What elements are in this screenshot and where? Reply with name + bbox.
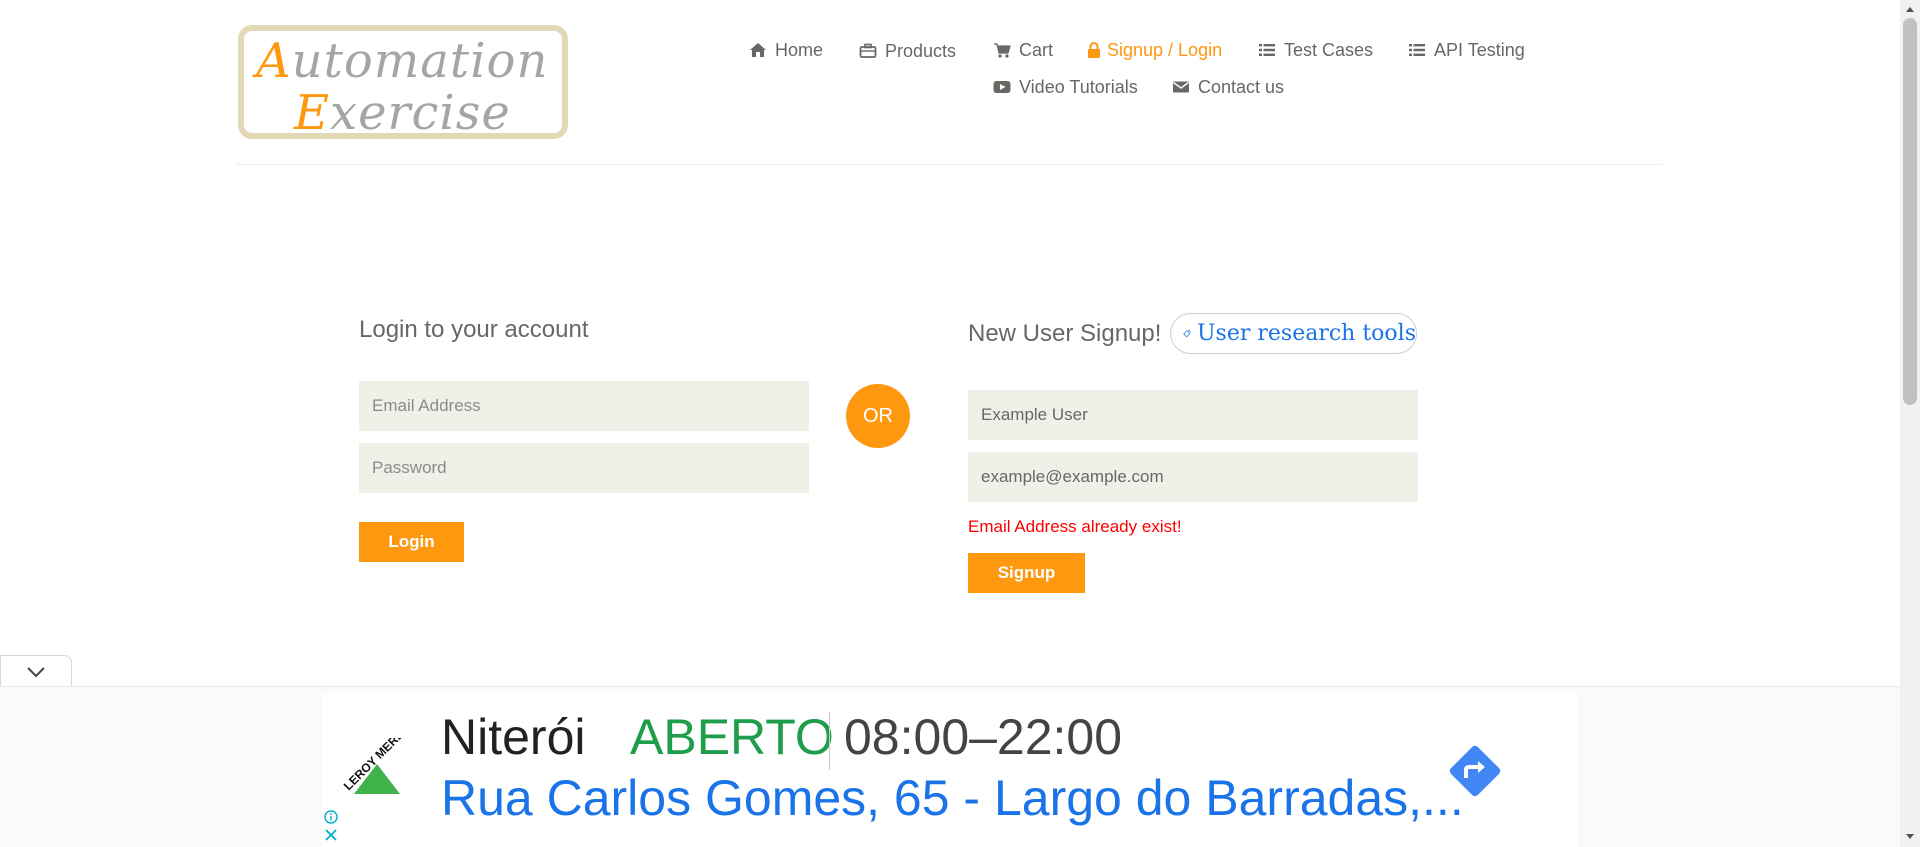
logo-text-line1: utomation [291,33,549,89]
signup-button[interactable]: Signup [968,553,1085,593]
leroy-merlin-logo[interactable]: LEROY MERLIN [336,738,418,798]
youtube-play-icon [993,81,1011,93]
nav-api-testing[interactable]: API Testing [1408,38,1525,62]
close-icon[interactable] [324,828,338,842]
nav-products-label: Products [885,40,957,61]
list-icon [1259,44,1275,56]
nav-products[interactable]: Products [859,39,956,63]
user-research-tools-label: User research tools [1197,321,1416,346]
site-header: Automation Exercise Home Products Cart S… [0,0,1900,166]
list-icon [1409,44,1425,56]
nav-test-cases-label: Test Cases [1284,39,1374,60]
nav-video-tutorials-label: Video Tutorials [1019,76,1138,97]
envelope-icon [1173,81,1189,93]
or-divider: OR [846,384,910,448]
signup-email-input[interactable]: example@example.com [968,452,1418,502]
nav-signup-login[interactable]: Signup / Login [1087,38,1222,62]
briefcase-icon [859,43,877,58]
nav-contact-us[interactable]: Contact us [1172,75,1284,99]
nav-signup-login-label: Signup / Login [1107,39,1223,60]
ad-open-status: ABERTO [630,709,834,765]
user-research-tools-button[interactable]: User research tools [1170,313,1417,354]
nav-contact-us-label: Contact us [1198,76,1285,97]
signup-name-input[interactable]: Example User [968,390,1418,440]
logo-letter-a: A [256,33,292,89]
nav-home[interactable]: Home [749,38,823,62]
lock-icon [1088,42,1100,58]
logo-text-line2: xercise [330,85,511,141]
nav-video-tutorials[interactable]: Video Tutorials [993,75,1138,99]
login-email-input[interactable]: Email Address [359,381,809,431]
nav-cart-label: Cart [1019,39,1054,60]
scrollbar-thumb[interactable] [1903,18,1917,405]
tag-icon [1183,329,1191,337]
nav-cart[interactable]: Cart [993,38,1053,62]
login-password-input[interactable]: Password [359,443,809,493]
scroll-up-arrow-icon[interactable] [1904,4,1916,14]
nav-test-cases[interactable]: Test Cases [1258,38,1373,62]
directions-icon[interactable] [1444,740,1506,802]
ad-city: Niterói [441,709,586,765]
nav-home-label: Home [775,39,824,60]
info-icon[interactable] [324,810,338,824]
ad-separator [829,712,830,770]
ad-collapse-toggle[interactable] [0,655,72,687]
ad-address[interactable]: Rua Carlos Gomes, 65 - Largo do Barradas… [441,769,1464,827]
login-button[interactable]: Login [359,522,464,562]
site-logo[interactable]: Automation Exercise [238,25,568,139]
nav-api-testing-label: API Testing [1434,39,1525,60]
signup-error-message: Email Address already exist! [968,517,1182,536]
chevron-down-icon [27,666,45,677]
ad-hours: 08:00–22:00 [844,709,1123,765]
header-divider [236,164,1662,165]
home-icon [750,43,766,57]
login-title: Login to your account [359,316,589,343]
scroll-down-arrow-icon[interactable] [1904,832,1916,842]
logo-letter-e: E [294,85,331,141]
signup-title: New User Signup! [968,320,1162,347]
cart-icon [994,43,1011,58]
